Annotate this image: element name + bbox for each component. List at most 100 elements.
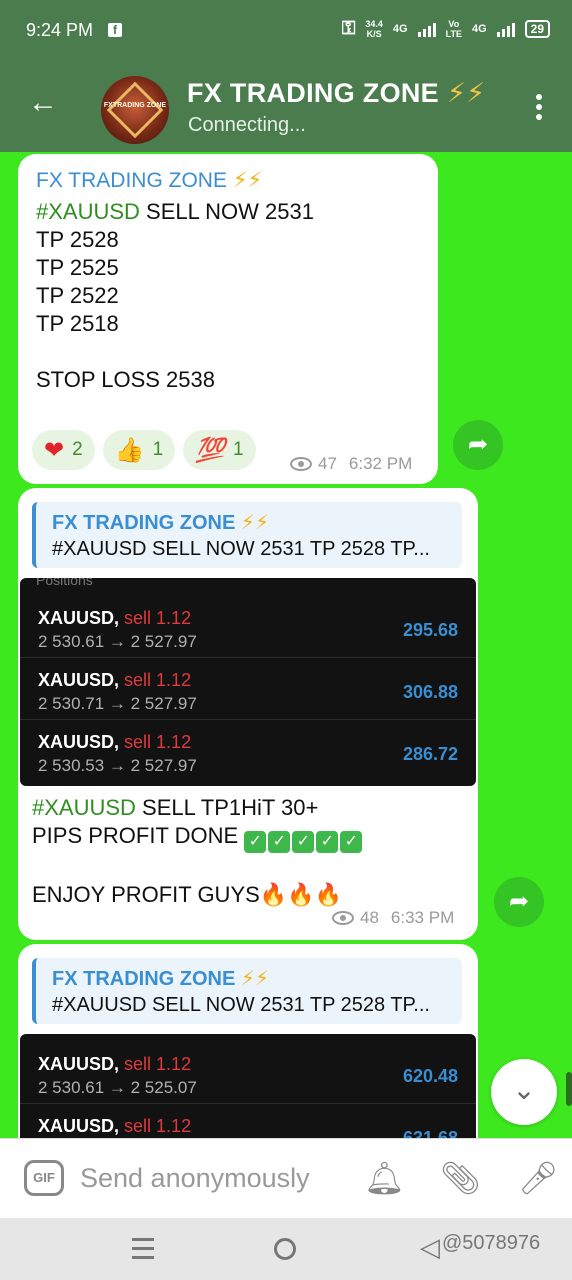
views-eye-icon [290, 457, 312, 471]
position-side: sell 1.12 [124, 608, 192, 628]
avatar-logo-diamond [106, 81, 164, 139]
position-profit: 620.48 [402, 1066, 458, 1086]
reply-quote[interactable]: FX TRADING ZONE ⚡⚡ #XAUUSD SELL NOW 2531… [32, 502, 462, 568]
chat-area[interactable]: FX TRADING ZONE ⚡⚡ #XAUUSD SELL NOW 2531… [0, 152, 572, 1138]
status-time: 9:24 PM [26, 20, 94, 40]
avatar-logo-text: FXTRADING ZONE [103, 102, 167, 109]
more-options-icon[interactable] [536, 94, 542, 124]
check-marks: ✓ ✓ ✓ ✓ ✓ [244, 823, 364, 853]
microphone-icon[interactable]: 🎤︎ [518, 1159, 559, 1197]
home-icon[interactable] [274, 1238, 296, 1260]
check-mark-icon: ✓ [340, 831, 363, 853]
scroll-down-button[interactable]: ⌄ [491, 1059, 557, 1125]
share-arrow-icon: ➦ [508, 888, 530, 915]
share-button[interactable]: ➦ [494, 877, 544, 927]
lightning-icon: ⚡⚡ [240, 968, 269, 990]
position-prices: 2 530.71 → 2 527.97 [38, 694, 197, 713]
vpn-key-icon: ⚿ [341, 18, 356, 38]
reply-quote[interactable]: FX TRADING ZONE ⚡⚡ #XAUUSD SELL NOW 2531… [32, 958, 462, 1024]
reaction-thumbs-up[interactable]: 👍 1 [102, 430, 176, 470]
chevron-down-icon: ⌄ [512, 1074, 536, 1105]
message-text: #XAUUSD SELL TP1HiT 30+ PIPS PROFIT DONE… [32, 794, 364, 909]
system-nav-bar: ◁ @5078976 [0, 1218, 572, 1280]
gif-button[interactable]: GIF [24, 1160, 64, 1196]
status-icons: ⚿ 34.4 K/S 4G Vo LTE 4G 29 [342, 18, 550, 39]
hashtag-link[interactable]: #XAUUSD [36, 199, 140, 224]
hashtag-link[interactable]: #XAUUSD [32, 795, 136, 820]
check-mark-icon: ✓ [268, 831, 291, 853]
network-type-1: 4G [392, 22, 408, 35]
position-prices: 2 530.61 → 2 527.97 [38, 632, 197, 651]
reply-text: #XAUUSD SELL NOW 2531 TP 2528 TP... [52, 538, 430, 560]
positions-screenshot[interactable]: Positions XAUUSD, sell 1.12 2 530.61 → 2… [20, 578, 476, 786]
reply-text: #XAUUSD SELL NOW 2531 TP 2528 TP... [52, 994, 430, 1016]
position-prices: 2 530.61 → 2 525.07 [38, 1078, 197, 1097]
reaction-hundred[interactable]: 💯 1 [183, 430, 256, 470]
volte-indicator: Vo LTE [445, 18, 462, 39]
position-profit: 295.68 [402, 620, 458, 640]
heart-icon: ❤ [44, 436, 65, 464]
reply-sender: FX TRADING ZONE ⚡⚡ [52, 968, 269, 990]
position-profit: 286.72 [402, 744, 458, 764]
check-mark-icon: ✓ [316, 831, 339, 853]
position-profit: 306.88 [402, 682, 458, 702]
views-count: 48 [360, 908, 379, 927]
screenshot-header: Positions [36, 578, 93, 588]
message-bubble[interactable]: FX TRADING ZONE ⚡⚡ #XAUUSD SELL NOW 2531… [18, 154, 438, 484]
share-arrow-icon: ➦ [467, 431, 489, 458]
signal-icon [417, 21, 436, 37]
recent-apps-icon[interactable] [132, 1238, 154, 1265]
chat-header: ← FXTRADING ZONE FX TRADING ZONE ⚡⚡ Conn… [0, 60, 572, 152]
position-row: XAUUSD, sell 1.12 2 530.71 → 2 527.97 30… [20, 658, 476, 720]
check-mark-icon: ✓ [292, 831, 315, 853]
back-arrow-icon[interactable]: ← [28, 88, 58, 118]
fire-icon: 🔥🔥🔥 [259, 882, 342, 907]
views-count: 47 [318, 454, 337, 473]
message-meta: 48 6:33 PM [332, 908, 454, 928]
bell-icon[interactable]: 🔔︎ [364, 1159, 405, 1197]
message-meta: 47 6:32 PM [290, 454, 412, 474]
views-eye-icon [332, 911, 354, 925]
position-side: sell 1.12 [124, 732, 192, 752]
message-time: 6:32 PM [348, 454, 413, 473]
back-triangle-icon[interactable]: ◁ [420, 1232, 440, 1263]
position-symbol: XAUUSD, [38, 1054, 120, 1074]
message-text: #XAUUSD SELL NOW 2531 TP 2528 TP 2525 TP… [36, 199, 314, 392]
channel-avatar[interactable]: FXTRADING ZONE [101, 76, 169, 144]
position-symbol: XAUUSD, [38, 732, 120, 752]
position-side: sell 1.12 [124, 670, 192, 690]
lightning-icon: ⚡⚡ [240, 512, 269, 534]
positions-screenshot[interactable]: XAUUSD, sell 1.12 2 530.61 → 2 525.07 62… [20, 1034, 476, 1138]
reactions: ❤ 2 👍 1 💯 1 [32, 430, 256, 470]
lightning-icon: ⚡⚡ [446, 78, 486, 108]
message-bubble[interactable]: FX TRADING ZONE ⚡⚡ #XAUUSD SELL NOW 2531… [18, 944, 478, 1138]
attach-paperclip-icon[interactable]: 📎︎ [440, 1159, 481, 1197]
position-row: XAUUSD, sell 1.12 631.68 [20, 1104, 476, 1138]
network-type-2: 4G [471, 22, 487, 35]
message-time: 6:33 PM [390, 908, 455, 927]
position-row: XAUUSD, sell 1.12 2 530.61 → 2 525.07 62… [20, 1042, 476, 1104]
scroll-indicator[interactable] [566, 1072, 572, 1106]
position-symbol: XAUUSD, [38, 1116, 120, 1136]
hundred-icon: 💯 [195, 436, 226, 464]
check-mark-icon: ✓ [244, 831, 267, 853]
facebook-notification-icon: f [108, 23, 122, 37]
message-input[interactable]: Send anonymously [80, 1163, 310, 1194]
lightning-icon: ⚡⚡ [232, 169, 263, 192]
position-profit: 631.68 [402, 1128, 458, 1138]
position-row: XAUUSD, sell 1.12 2 530.61 → 2 527.97 29… [20, 596, 476, 658]
position-prices: 2 530.53 → 2 527.97 [38, 756, 197, 775]
position-side: sell 1.12 [124, 1116, 192, 1136]
share-button[interactable]: ➦ [453, 420, 503, 470]
reaction-heart[interactable]: ❤ 2 [32, 430, 95, 470]
channel-title[interactable]: FX TRADING ZONE ⚡⚡ [187, 78, 485, 109]
connection-status: Connecting... [188, 114, 306, 136]
message-sender: FX TRADING ZONE ⚡⚡ [36, 169, 263, 192]
position-symbol: XAUUSD, [38, 670, 120, 690]
position-symbol: XAUUSD, [38, 608, 120, 628]
thumbs-up-icon: 👍 [114, 436, 145, 464]
reply-sender: FX TRADING ZONE ⚡⚡ [52, 512, 269, 534]
message-bubble[interactable]: FX TRADING ZONE ⚡⚡ #XAUUSD SELL NOW 2531… [18, 488, 478, 940]
signal-icon-2 [496, 21, 515, 37]
status-bar: 9:24 PM f ⚿ 34.4 K/S 4G Vo LTE 4G 29 [0, 0, 572, 60]
